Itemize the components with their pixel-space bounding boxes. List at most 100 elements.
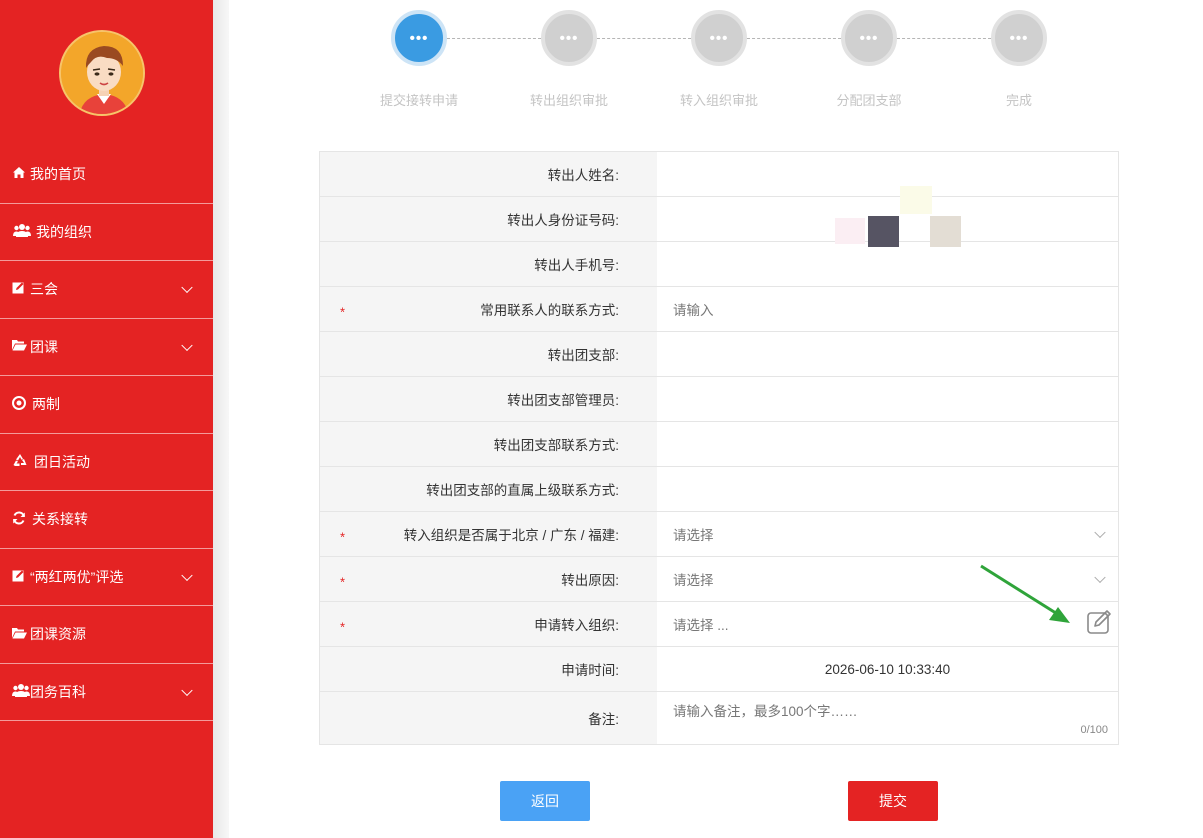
branch-admin-value [657, 377, 1118, 421]
field-label-container: * 转入组织是否属于北京 / 广东 / 福建: [320, 512, 657, 556]
form-row-region: * 转入组织是否属于北京 / 广东 / 福建: 请选择 [320, 512, 1118, 557]
transferee-name-value [657, 152, 1118, 196]
step-submit-application: ••• 提交接转申请 [344, 10, 494, 109]
field-label: 转出团支部联系方式: [320, 422, 657, 466]
field-label: 转出团支部的直属上级联系方式: [320, 467, 657, 511]
sidebar-item-my-org[interactable]: 我的组织 [0, 204, 213, 261]
sidebar-item-label: 两制 [32, 396, 60, 413]
sidebar-item-guanxi[interactable]: 关系接转 [0, 491, 213, 549]
sidebar-item-label: 我的组织 [36, 223, 92, 240]
recycle-icon [12, 453, 34, 471]
region-select[interactable]: 请选择 [657, 512, 1118, 556]
redaction-blob [868, 216, 899, 247]
field-label: 备注: [320, 692, 657, 744]
field-label: 转出人姓名: [320, 152, 657, 196]
superior-contact-value [657, 467, 1118, 511]
sidebar-item-pingxuan[interactable]: “两红两优”评选 [0, 549, 213, 606]
user-avatar[interactable] [59, 30, 145, 116]
form-row-out-branch: 转出团支部: [320, 332, 1118, 377]
sidebar: 我的首页 我的组织 三会 团课 两制 团日活动 关系接转 “两红两优”评选 团课… [0, 0, 213, 838]
step-indicator: ••• [841, 10, 897, 66]
sidebar-item-home[interactable]: 我的首页 [0, 146, 213, 204]
field-label: 常用联系人的联系方式: [480, 303, 619, 318]
sidebar-item-ziyuan[interactable]: 团课资源 [0, 606, 213, 664]
sidebar-item-tuanke[interactable]: 团课 [0, 319, 213, 376]
sidebar-item-label: 团务百科 [30, 683, 86, 700]
required-mark: * [340, 574, 346, 590]
step-complete: ••• 完成 [944, 10, 1094, 109]
avatar-illustration-icon [61, 32, 143, 114]
form-row-superior-contact: 转出团支部的直属上级联系方式: [320, 467, 1118, 512]
form-row-name: 转出人姓名: [320, 152, 1118, 197]
form-row-id-number: 转出人身份证号码: [320, 197, 1118, 242]
out-branch-value [657, 332, 1118, 376]
sidebar-item-tuanri[interactable]: 团日活动 [0, 434, 213, 491]
field-label: 转出团支部: [320, 332, 657, 376]
folder-open-icon [12, 339, 30, 354]
progress-steps: ••• 提交接转申请 ••• 转出组织审批 ••• 转入组织审批 ••• 分配团… [344, 10, 1094, 120]
step-label: 转出组织审批 [529, 93, 608, 108]
sidebar-item-sanhui[interactable]: 三会 [0, 261, 213, 319]
step-label: 完成 [1005, 93, 1032, 108]
step-assign-branch: ••• 分配团支部 [794, 10, 944, 109]
step-incoming-approval: ••• 转入组织审批 [644, 10, 794, 109]
field-label: 转出原因: [561, 573, 619, 588]
char-counter: 0/100 [1080, 724, 1108, 736]
field-label: 申请转入组织: [534, 618, 619, 633]
step-indicator: ••• [691, 10, 747, 66]
step-indicator: ••• [391, 10, 447, 66]
sidebar-item-liangzhi[interactable]: 两制 [0, 376, 213, 434]
step-indicator: ••• [991, 10, 1047, 66]
chevron-down-icon [181, 339, 193, 351]
sidebar-item-label: 三会 [30, 281, 58, 298]
form-row-contact: * 常用联系人的联系方式: 请输入 [320, 287, 1118, 332]
target-icon [12, 395, 32, 413]
sidebar-item-label: “两红两优”评选 [30, 568, 124, 585]
submit-button[interactable]: 提交 [848, 781, 938, 821]
step-label: 转入组织审批 [679, 93, 758, 108]
sidebar-item-label: 关系接转 [32, 511, 88, 528]
chevron-down-icon [1094, 526, 1106, 539]
redaction-blob [835, 218, 865, 244]
sidebar-item-label: 团日活动 [34, 453, 90, 470]
apply-time-value: 2026-06-10 10:33:40 [657, 647, 1118, 691]
chevron-down-icon [181, 569, 193, 581]
redaction-blob [930, 216, 961, 247]
form-row-branch-admin: 转出团支部管理员: [320, 377, 1118, 422]
form-row-apply-time: 申请时间: 2026-06-10 10:33:40 [320, 647, 1118, 692]
field-label: 申请时间: [320, 647, 657, 691]
required-mark: * [340, 304, 346, 320]
required-mark: * [340, 529, 346, 545]
form-row-phone: 转出人手机号: [320, 242, 1118, 287]
step-outgoing-approval: ••• 转出组织审批 [494, 10, 644, 109]
edit-icon[interactable] [1086, 609, 1114, 635]
phone-value [657, 242, 1118, 286]
edit-icon [12, 569, 30, 585]
chevron-down-icon [181, 684, 193, 696]
sidebar-item-label: 我的首页 [30, 166, 86, 183]
remark-textarea[interactable]: 请输入备注，最多100个字…… 0/100 [657, 692, 1118, 744]
select-placeholder: 请选择 [673, 573, 714, 588]
folder-open-icon [12, 627, 30, 642]
step-indicator: ••• [541, 10, 597, 66]
field-label: 转出人手机号: [320, 242, 657, 286]
form-row-remark: 备注: 请输入备注，最多100个字…… 0/100 [320, 692, 1118, 744]
textarea-placeholder: 请输入备注，最多100个字…… [673, 704, 858, 719]
home-icon [12, 166, 30, 182]
input-placeholder: 请输入 [673, 303, 714, 318]
transfer-application-form: 转出人姓名: 转出人身份证号码: 转出人手机号: * 常用联系人的联系方式: 请… [319, 151, 1119, 745]
annotation-arrow-icon [980, 564, 1070, 623]
field-label-container: * 常用联系人的联系方式: [320, 287, 657, 331]
chevron-down-icon [181, 281, 193, 294]
sidebar-item-label: 团课 [30, 338, 58, 355]
field-label: 转出人身份证号码: [320, 197, 657, 241]
field-label: 转入组织是否属于北京 / 广东 / 福建: [403, 528, 619, 543]
chevron-down-icon [1094, 571, 1106, 584]
sidebar-item-label: 团课资源 [30, 626, 86, 643]
picker-placeholder: 请选择 ... [673, 618, 729, 633]
back-button[interactable]: 返回 [500, 781, 590, 821]
required-mark: * [340, 619, 346, 635]
sidebar-item-baike[interactable]: 团务百科 [0, 664, 213, 721]
step-label: 提交接转申请 [379, 93, 458, 108]
contact-method-input[interactable]: 请输入 [657, 287, 1118, 331]
